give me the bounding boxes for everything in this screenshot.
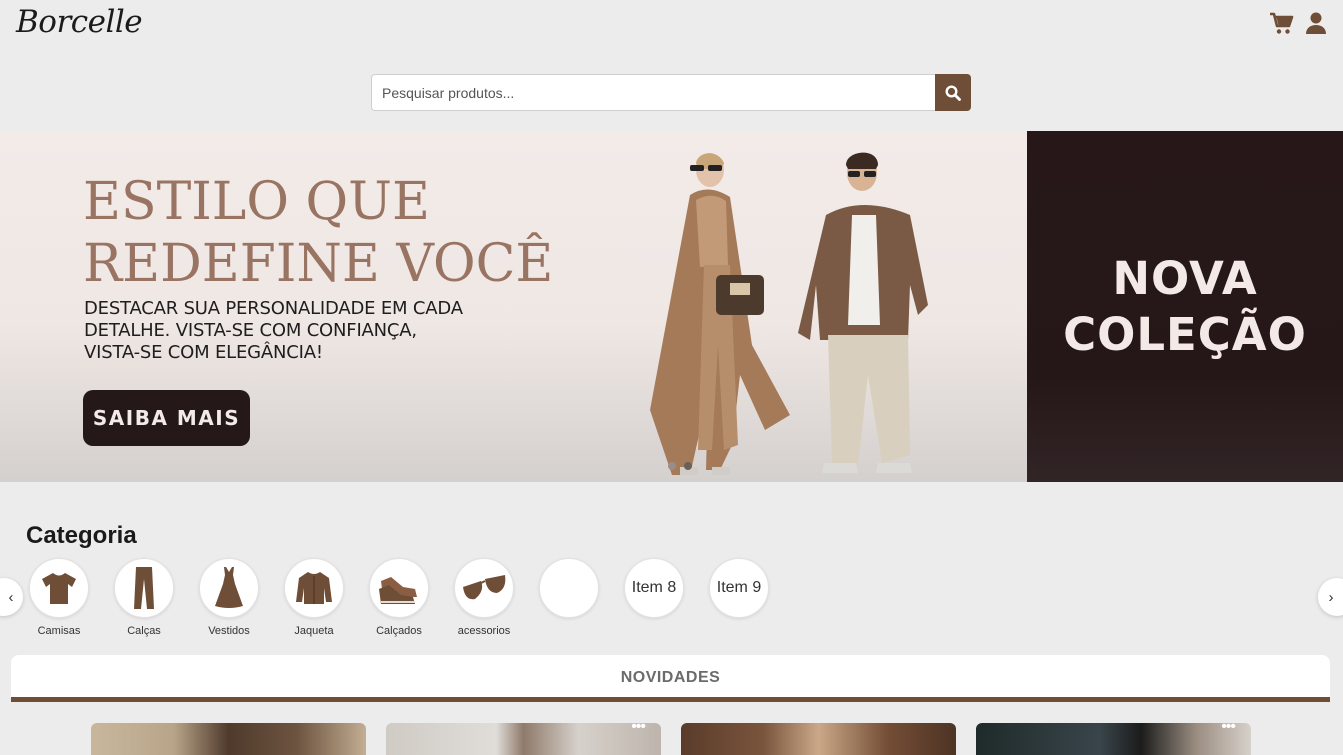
banner-subtitle: DESTACAR SUA PERSONALIDADE EM CADA DETAL… [84,298,463,364]
more-options-icon[interactable]: ••• [631,723,646,735]
category-label: Jaqueta [294,625,334,637]
product-card[interactable] [681,723,956,755]
pants-icon [134,567,154,609]
novidades-header: NOVIDADES [11,655,1330,702]
category-circle [369,558,429,618]
saiba-mais-button[interactable]: SAIBA MAIS [83,390,250,446]
category-prev-button[interactable]: ‹ [0,578,23,616]
category-item-acessorios[interactable]: acessorios [449,558,519,637]
dress-icon [215,567,243,608]
cart-icon[interactable] [1268,10,1294,36]
product-card[interactable] [91,723,366,755]
carousel-dots [668,462,692,470]
side-line-1: NOVA [1112,251,1258,305]
brand-logo[interactable]: Borcelle [16,4,143,40]
category-item-7[interactable] [534,558,604,618]
subtitle-line-1: DESTACAR SUA PERSONALIDADE EM CADA [84,298,463,319]
category-item-8[interactable]: Item 8 [619,558,689,618]
banner-headline: ESTILO QUE REDEFINE VOCÊ [83,171,553,295]
product-card[interactable]: ••• [386,723,661,755]
category-circle [199,558,259,618]
category-next-button[interactable]: › [1318,578,1343,616]
nova-colecao-title: NOVA COLEÇÃO [1063,251,1307,363]
category-label: acessorios [457,625,511,637]
subtitle-line-2: DETALHE. VISTA-SE COM CONFIANÇA, [84,320,417,341]
category-item-vestidos[interactable]: Vestidos [194,558,264,637]
search-button[interactable] [935,74,971,111]
category-title: Categoria [26,522,137,549]
search-bar [371,74,971,111]
category-circle [454,558,514,618]
novidades-title: NOVIDADES [620,669,721,686]
carousel-dot-2[interactable] [684,462,692,470]
more-options-icon[interactable]: ••• [1221,723,1236,735]
banner-main-panel: ESTILO QUE REDEFINE VOCÊ DESTACAR SUA PE… [0,131,1027,482]
header: Borcelle [0,0,1343,52]
category-circle: Item 8 [624,558,684,618]
search-icon [945,84,961,101]
models-photo [650,152,928,475]
category-item-9[interactable]: Item 9 [704,558,774,618]
category-circle [29,558,89,618]
product-card[interactable]: ••• [976,723,1251,755]
user-icon[interactable] [1303,10,1329,36]
sunglasses-icon [463,575,506,600]
sneakers-icon [379,577,417,604]
category-circle [284,558,344,618]
headline-line-2: REDEFINE VOCÊ [83,234,554,294]
headline-line-1: ESTILO QUE [83,172,430,232]
category-item-calcados[interactable]: Calçados [364,558,434,637]
banner-side-panel: NOVA COLEÇÃO [1027,131,1343,482]
category-label: Camisas [37,625,81,637]
category-item-camisas[interactable]: Camisas [24,558,94,637]
carousel-dot-1[interactable] [668,462,676,470]
category-item-calcas[interactable]: Calças [109,558,179,637]
side-line-2: COLEÇÃO [1063,307,1307,361]
category-circle [114,558,174,618]
search-input[interactable] [371,74,935,111]
hero-banner[interactable]: ESTILO QUE REDEFINE VOCÊ DESTACAR SUA PE… [0,131,1343,482]
jacket-icon [296,572,332,604]
category-circle [539,558,599,618]
category-circle: Item 9 [709,558,769,618]
category-label: Calças [127,625,161,637]
category-label: Calçados [376,625,422,637]
category-item-jaqueta[interactable]: Jaqueta [279,558,349,637]
subtitle-line-3: VISTA-SE COM ELEGÂNCIA! [84,342,323,363]
category-label: Vestidos [208,625,250,637]
tshirt-icon [42,573,76,604]
